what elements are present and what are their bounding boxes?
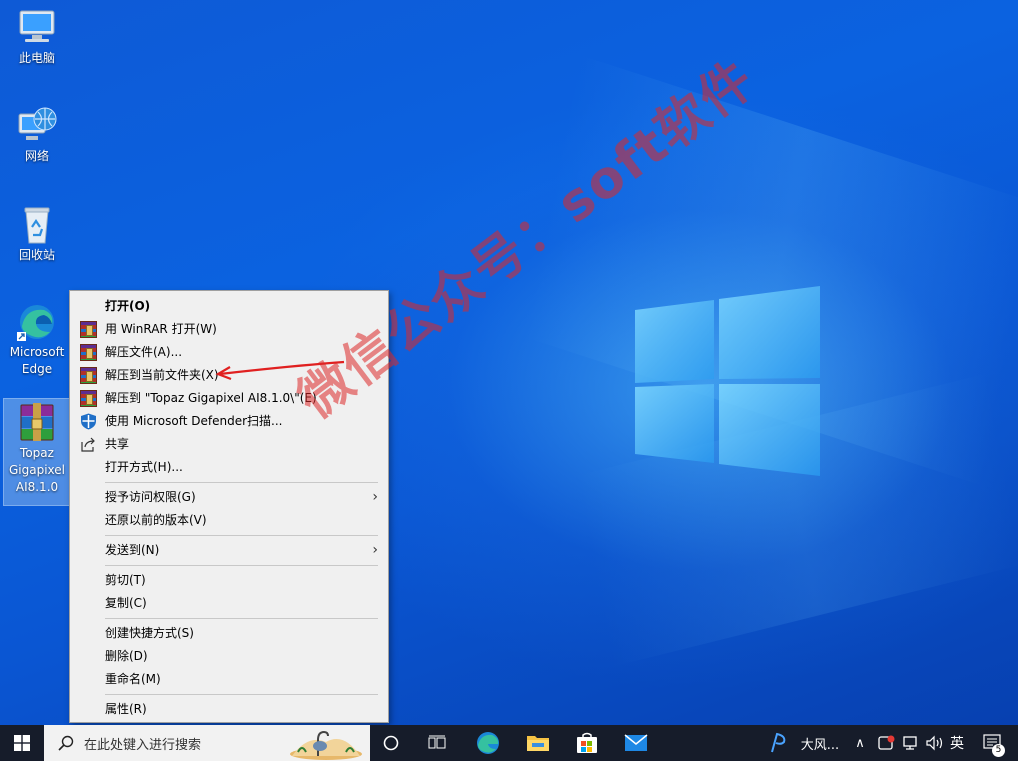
menu-item-give-access[interactable]: 授予访问权限(G) › xyxy=(70,486,388,509)
menu-item-label: 解压到当前文件夹(X) xyxy=(105,368,219,382)
menu-item-label: 还原以前的版本(V) xyxy=(105,513,207,527)
defender-shield-icon xyxy=(80,413,97,430)
file-explorer-icon xyxy=(527,736,549,751)
pen-app-icon xyxy=(771,732,786,753)
store-button[interactable] xyxy=(565,725,609,761)
menu-item-label: 解压到 "Topaz Gigapixel AI8.1.0\"(E) xyxy=(105,391,317,405)
recycle-bin-icon xyxy=(15,205,59,245)
network-icon xyxy=(15,106,59,146)
windows-logo-wallpaper xyxy=(635,286,820,476)
tray-app-label[interactable]: 大风... xyxy=(797,725,843,761)
winrar-icon xyxy=(80,390,97,407)
desktop-icon-this-pc[interactable]: 此电脑 xyxy=(4,8,70,67)
edge-icon xyxy=(15,302,59,342)
notification-center-button[interactable]: 5 xyxy=(978,725,1008,761)
share-icon xyxy=(80,436,97,453)
taskbar-edge-button[interactable] xyxy=(466,725,510,761)
menu-item-rename[interactable]: 重命名(M) xyxy=(70,668,388,691)
menu-item-label: 授予访问权限(G) xyxy=(105,490,196,504)
menu-item-cut[interactable]: 剪切(T) xyxy=(70,569,388,592)
menu-item-open[interactable]: 打开(O) xyxy=(70,295,388,318)
search-highlight-illustration xyxy=(290,730,362,760)
chevron-right-icon: › xyxy=(372,542,378,558)
menu-item-properties[interactable]: 属性(R) xyxy=(70,698,388,721)
taskbar-search-box[interactable]: 在此处键入进行搜索 xyxy=(44,725,370,761)
menu-item-restore-previous-versions[interactable]: 还原以前的版本(V) xyxy=(70,509,388,532)
desktop-icon-topaz-archive[interactable]: Topaz Gigapixel AI8.1.0 xyxy=(3,398,71,506)
ime-indicator[interactable]: 英 xyxy=(946,725,968,761)
menu-item-label: 使用 Microsoft Defender扫描... xyxy=(105,414,283,428)
computer-icon xyxy=(15,8,59,48)
menu-item-label: 重命名(M) xyxy=(105,672,161,686)
desktop-icon-label: Microsoft Edge xyxy=(9,345,65,376)
winrar-icon xyxy=(80,321,97,338)
task-view-button[interactable] xyxy=(415,725,459,761)
menu-item-copy[interactable]: 复制(C) xyxy=(70,592,388,615)
winrar-icon xyxy=(80,344,97,361)
tray-network[interactable] xyxy=(900,725,920,761)
menu-item-open-with[interactable]: 打开方式(H)... xyxy=(70,456,388,479)
menu-item-label: 属性(R) xyxy=(105,702,147,716)
tray-volume[interactable] xyxy=(924,725,946,761)
file-explorer-button[interactable] xyxy=(516,725,560,761)
menu-item-label: 发送到(N) xyxy=(105,543,160,557)
desktop-icon-label: 此电脑 xyxy=(18,51,55,65)
start-button[interactable] xyxy=(0,725,44,761)
menu-item-send-to[interactable]: 发送到(N) › xyxy=(70,539,388,562)
desktop-icon-label: 回收站 xyxy=(18,248,55,262)
desktop-icon-label: Topaz Gigapixel AI8.1.0 xyxy=(8,446,65,494)
winrar-icon xyxy=(80,367,97,384)
tray-notification-app[interactable] xyxy=(876,725,898,761)
task-view-icon xyxy=(428,735,446,749)
search-placeholder: 在此处键入进行搜索 xyxy=(84,737,202,753)
mail-button[interactable] xyxy=(614,725,658,761)
menu-separator xyxy=(105,565,378,566)
desktop-icon-recycle-bin[interactable]: 回收站 xyxy=(4,205,70,264)
volume-icon xyxy=(926,735,943,751)
desktop-icon-network[interactable]: 网络 xyxy=(4,106,70,165)
security-alert-icon xyxy=(878,735,895,750)
mail-icon xyxy=(624,734,648,751)
winrar-archive-icon xyxy=(15,403,59,443)
taskbar: 在此处键入进行搜索 大风... ∧ 英 5 xyxy=(0,725,1018,761)
menu-item-label: 共享 xyxy=(105,437,130,451)
menu-separator xyxy=(105,535,378,536)
chevron-right-icon: › xyxy=(372,489,378,505)
edge-icon xyxy=(477,732,499,754)
network-tray-icon xyxy=(903,736,917,750)
store-icon xyxy=(577,732,597,753)
menu-item-label: 删除(D) xyxy=(105,649,148,663)
menu-item-label: 用 WinRAR 打开(W) xyxy=(105,322,217,336)
menu-separator xyxy=(105,618,378,619)
search-icon xyxy=(58,735,74,751)
menu-item-label: 剪切(T) xyxy=(105,573,146,587)
windows-start-icon xyxy=(14,735,30,751)
notification-count-badge: 5 xyxy=(992,744,1005,757)
menu-item-label: 复制(C) xyxy=(105,596,147,610)
tray-app-button[interactable] xyxy=(764,725,794,761)
cortana-icon xyxy=(383,735,399,751)
menu-item-delete[interactable]: 删除(D) xyxy=(70,645,388,668)
cortana-button[interactable] xyxy=(369,725,413,761)
menu-separator xyxy=(105,482,378,483)
menu-item-label: 打开(O) xyxy=(105,299,151,313)
desktop-icon-label: 网络 xyxy=(24,149,49,163)
menu-item-share[interactable]: 共享 xyxy=(70,433,388,456)
menu-separator xyxy=(105,694,378,695)
desktop-icon-edge[interactable]: Microsoft Edge xyxy=(4,302,70,378)
menu-item-label: 创建快捷方式(S) xyxy=(105,626,194,640)
menu-item-create-shortcut[interactable]: 创建快捷方式(S) xyxy=(70,622,388,645)
menu-item-label: 解压文件(A)... xyxy=(105,345,183,359)
menu-item-label: 打开方式(H)... xyxy=(105,460,183,474)
chevron-up-icon[interactable]: ∧ xyxy=(852,725,868,761)
